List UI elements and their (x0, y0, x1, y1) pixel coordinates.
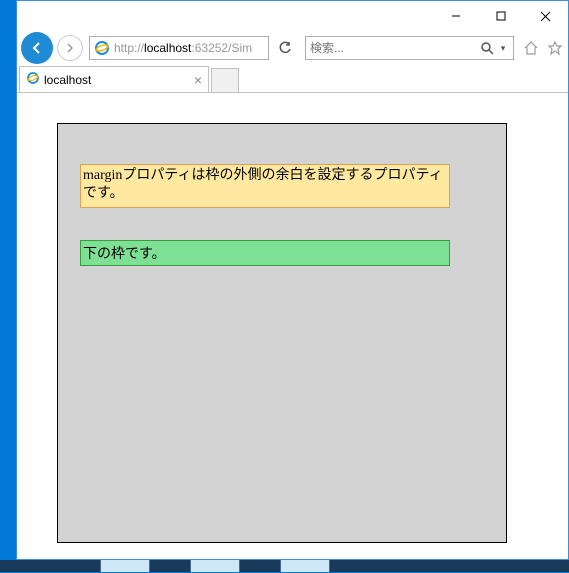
search-box[interactable]: ▾ (305, 36, 514, 60)
search-button[interactable] (477, 42, 497, 55)
lower-box: 下の枠です。 (80, 240, 450, 266)
tab-close-button[interactable]: × (194, 72, 202, 88)
close-button[interactable] (523, 2, 568, 31)
tab-active[interactable]: localhost × (19, 66, 209, 92)
maximize-button[interactable] (478, 2, 523, 31)
page-content: marginプロパティは枠の外側の余白を設定するプロパティです。 下の枠です。 (17, 93, 568, 573)
ie-icon (26, 71, 40, 88)
tab-bar: localhost × (17, 65, 568, 93)
forward-button[interactable] (57, 35, 83, 61)
outer-box: marginプロパティは枠の外側の余白を設定するプロパティです。 下の枠です。 (57, 123, 507, 543)
taskbar-item[interactable] (100, 560, 150, 572)
refresh-button[interactable] (273, 36, 297, 60)
margin-description-box: marginプロパティは枠の外側の余白を設定するプロパティです。 (80, 164, 450, 208)
back-button[interactable] (21, 32, 53, 64)
address-bar[interactable]: http://localhost:63252/Sim (89, 36, 269, 60)
taskbar (0, 560, 569, 572)
taskbar-item[interactable] (280, 560, 330, 572)
titlebar (17, 1, 568, 31)
minimize-button[interactable] (433, 2, 478, 31)
address-text: http://localhost:63252/Sim (114, 41, 252, 55)
browser-window: http://localhost:63252/Sim ▾ localhost ×… (16, 0, 569, 560)
taskbar-item[interactable] (190, 560, 240, 572)
toolbar: http://localhost:63252/Sim ▾ (17, 31, 568, 65)
ie-icon (94, 40, 110, 56)
search-input[interactable] (310, 41, 477, 55)
tab-title: localhost (44, 73, 91, 87)
new-tab-button[interactable] (211, 68, 239, 92)
home-icon[interactable] (522, 39, 540, 57)
favorites-icon[interactable] (546, 39, 564, 57)
toolbar-icons (522, 39, 564, 57)
search-dropdown[interactable]: ▾ (497, 43, 509, 54)
